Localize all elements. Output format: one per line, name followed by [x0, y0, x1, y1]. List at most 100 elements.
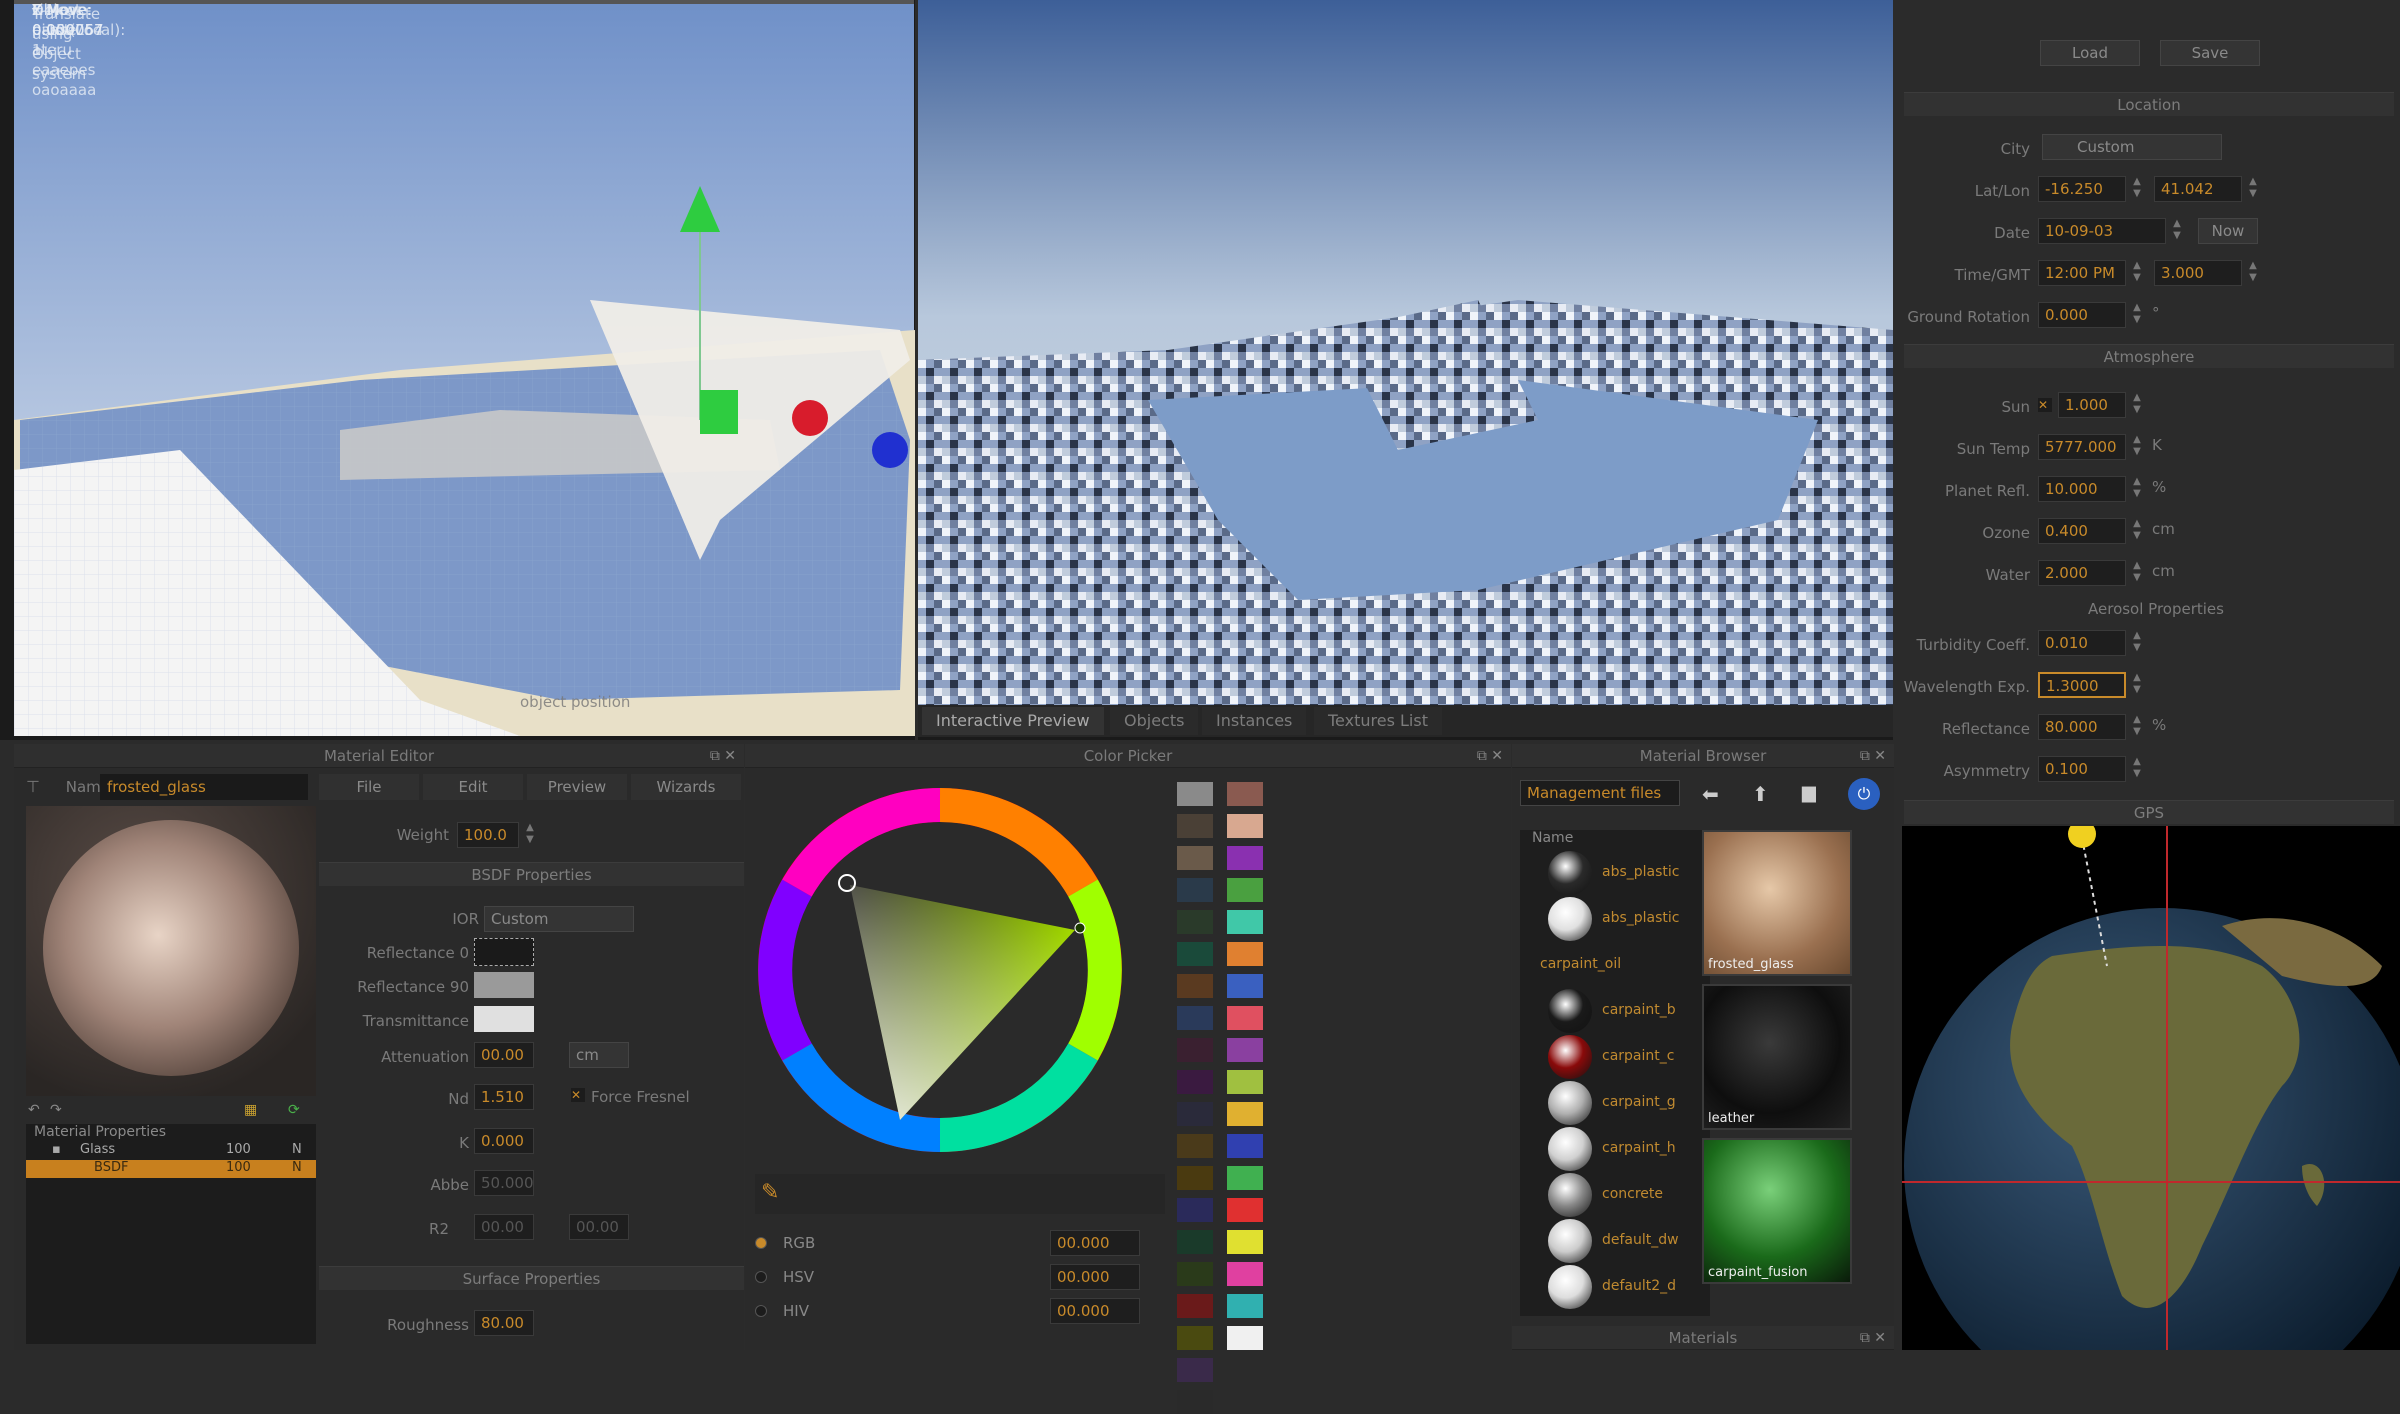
palette-swatch[interactable]: [1177, 1294, 1213, 1318]
palette-swatch[interactable]: [1227, 814, 1263, 838]
asymmetry-spinner[interactable]: ▲ ▼: [2130, 756, 2144, 782]
wavelength-spinner[interactable]: ▲ ▼: [2130, 672, 2144, 698]
ozone-spinner[interactable]: ▲ ▼: [2130, 518, 2144, 544]
list-item[interactable]: default_dw: [1520, 1218, 1710, 1264]
water-field[interactable]: 2.000: [2038, 560, 2126, 586]
hiv-field[interactable]: 00.000: [1050, 1298, 1140, 1324]
weight-spinner[interactable]: ▲ ▼: [523, 822, 537, 848]
panel-buttons[interactable]: ⧉ ✕: [710, 744, 736, 768]
palette-swatch[interactable]: [1177, 910, 1213, 934]
panel-buttons[interactable]: ⧉ ✕: [1860, 744, 1886, 768]
fresnel-checkbox[interactable]: ✕: [571, 1088, 585, 1102]
palette-swatch[interactable]: [1177, 1006, 1213, 1030]
palette-swatch[interactable]: [1177, 1390, 1213, 1414]
palette-swatch[interactable]: [1177, 942, 1213, 966]
palette-swatch[interactable]: [1227, 1166, 1263, 1190]
nd-field[interactable]: 1.510: [474, 1084, 534, 1110]
turbidity-field[interactable]: 0.010: [2038, 630, 2126, 656]
panel-buttons[interactable]: ⧉ ✕: [1860, 1326, 1886, 1350]
palette-swatch[interactable]: [1227, 782, 1263, 806]
hsv-field[interactable]: 00.000: [1050, 1264, 1140, 1290]
palette-swatch[interactable]: [1227, 1134, 1263, 1158]
palette-swatch[interactable]: [1177, 846, 1213, 870]
folder-icon[interactable]: ▆: [1802, 782, 1816, 803]
thumb-frosted-glass[interactable]: frosted_glass: [1702, 830, 1852, 976]
palette-swatch[interactable]: [1177, 1326, 1213, 1350]
r2-field-b[interactable]: 00.00: [569, 1214, 629, 1240]
roughness-field[interactable]: 80.00: [474, 1310, 534, 1336]
panel-buttons[interactable]: ⧉ ✕: [1477, 744, 1503, 768]
ozone-field[interactable]: 0.400: [2038, 518, 2126, 544]
ground-field[interactable]: 0.000: [2038, 302, 2126, 328]
ior-dropdown[interactable]: Custom: [484, 906, 634, 932]
material-name-field[interactable]: frosted_glass: [100, 774, 308, 800]
viewport-right[interactable]: Interactive Preview Objects Instances Te…: [918, 0, 1893, 740]
palette-swatch[interactable]: [1177, 974, 1213, 998]
time-field[interactable]: 12:00 PM: [2038, 260, 2126, 286]
menu-file[interactable]: File: [319, 774, 419, 800]
attenuation-field[interactable]: 00.00: [474, 1042, 534, 1068]
hsv-radio[interactable]: [755, 1271, 767, 1283]
ground-spinner[interactable]: ▲ ▼: [2130, 302, 2144, 328]
list-item[interactable]: carpaint_oil: [1520, 942, 1710, 988]
list-item[interactable]: carpaint_h: [1520, 1126, 1710, 1172]
palette-swatch[interactable]: [1227, 1198, 1263, 1222]
palette-swatch[interactable]: [1177, 878, 1213, 902]
help-icon[interactable]: ⏻: [1848, 778, 1880, 810]
menu-edit[interactable]: Edit: [423, 774, 523, 800]
color-wheel[interactable]: [745, 774, 1125, 1154]
abbe-field[interactable]: 50.000: [474, 1170, 534, 1196]
attenuation-unit[interactable]: cm: [569, 1042, 629, 1068]
lat-field[interactable]: -16.250: [2038, 176, 2126, 202]
palette-swatch[interactable]: [1177, 1358, 1213, 1382]
bsdf-section[interactable]: BSDF Properties: [319, 862, 744, 886]
k-field[interactable]: 0.000: [474, 1128, 534, 1154]
list-item[interactable]: carpaint_g: [1520, 1080, 1710, 1126]
tree-row-bsdf[interactable]: BSDF 100 N: [26, 1160, 316, 1178]
list-item[interactable]: abs_plastic: [1520, 850, 1710, 896]
gps-globe[interactable]: [1902, 820, 2400, 1414]
reflectance-spinner[interactable]: ▲ ▼: [2130, 714, 2144, 740]
planet-field[interactable]: 10.000: [2038, 476, 2126, 502]
palette-swatch[interactable]: [1177, 1230, 1213, 1254]
thumb-leather[interactable]: leather: [1702, 984, 1852, 1130]
palette-swatch[interactable]: [1177, 1198, 1213, 1222]
lon-spinner[interactable]: ▲ ▼: [2246, 176, 2260, 202]
lon-field[interactable]: 41.042: [2154, 176, 2242, 202]
palette-swatch[interactable]: [1227, 942, 1263, 966]
menu-wizards[interactable]: Wizards: [631, 774, 741, 800]
surface-section[interactable]: Surface Properties: [319, 1266, 744, 1290]
menu-preview[interactable]: Preview: [527, 774, 627, 800]
gmt-field[interactable]: 3.000: [2154, 260, 2242, 286]
sun-spinner[interactable]: ▲ ▼: [2130, 392, 2144, 418]
tab-textures-list[interactable]: Textures List: [1314, 707, 1442, 735]
water-spinner[interactable]: ▲ ▼: [2130, 560, 2144, 586]
mode-hiv[interactable]: HIV 00.000: [755, 1298, 1165, 1328]
palette-swatch[interactable]: [1177, 1166, 1213, 1190]
palette-swatch[interactable]: [1177, 1102, 1213, 1126]
location-dropdown[interactable]: Management files: [1520, 780, 1680, 806]
viewport-left[interactable]: Fil eaase ateru eaaepes oaoaaaa Translat…: [0, 0, 915, 740]
sun-checkbox[interactable]: ✕: [2038, 398, 2052, 412]
mode-rgb[interactable]: RGB 00.000: [755, 1230, 1165, 1260]
transmittance-swatch[interactable]: [474, 1006, 534, 1032]
refresh-icon[interactable]: ⟳: [288, 1102, 300, 1118]
list-item[interactable]: abs_plastic: [1520, 896, 1710, 942]
checker-icon[interactable]: ▦: [244, 1102, 257, 1118]
pin-icon[interactable]: ⊤: [26, 777, 40, 796]
wavelength-field[interactable]: 1.3000: [2038, 672, 2126, 698]
gmt-spinner[interactable]: ▲ ▼: [2246, 260, 2260, 286]
list-item[interactable]: concrete: [1520, 1172, 1710, 1218]
undo-icon[interactable]: ↶: [28, 1102, 40, 1118]
asymmetry-field[interactable]: 0.100: [2038, 756, 2126, 782]
gps-section[interactable]: GPS: [1904, 800, 2394, 824]
palette-swatch[interactable]: [1227, 974, 1263, 998]
weight-field[interactable]: 100.0: [457, 822, 519, 848]
eyedropper-icon[interactable]: ✎: [761, 1180, 779, 1205]
reflectance0-swatch[interactable]: [474, 938, 534, 966]
palette-swatch[interactable]: [1227, 1070, 1263, 1094]
palette-swatch[interactable]: [1227, 1294, 1263, 1318]
palette-swatch[interactable]: [1227, 846, 1263, 870]
up-icon[interactable]: ⬆: [1752, 782, 1769, 806]
rgb-field[interactable]: 00.000: [1050, 1230, 1140, 1256]
